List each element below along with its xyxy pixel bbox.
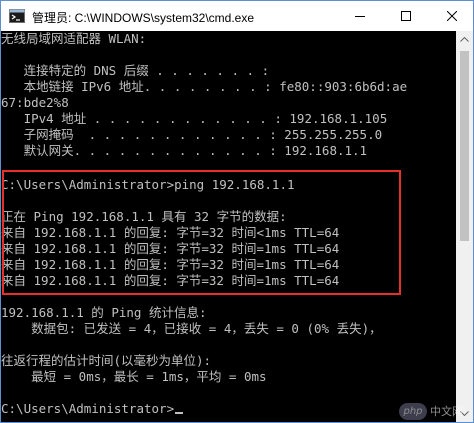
console-line: 默认网关. . . . . . . . . . . . . : 192.168.… xyxy=(1,143,368,158)
watermark-text: 中文网 xyxy=(430,405,463,418)
site-watermark: php 中文网 xyxy=(399,402,469,422)
console-line: 连接特定的 DNS 后缀 . . . . . . . : xyxy=(1,63,270,78)
minimize-icon xyxy=(355,16,365,17)
console-output[interactable]: 无线局域网适配器 WLAN: 连接特定的 DNS 后缀 . . . . . . … xyxy=(1,31,456,422)
console-line: 往返行程的估计时间(以毫秒为单位): xyxy=(1,353,212,368)
window-title: 管理员: C:\WINDOWS\system32\cmd.exe xyxy=(32,11,255,25)
console-line: 无线局域网适配器 WLAN: xyxy=(1,31,147,46)
prompt-text: C:\Users\Administrator> xyxy=(1,401,175,416)
console-line: 192.168.1.1 的 Ping 统计信息: xyxy=(1,305,207,320)
ping-highlight-box xyxy=(2,170,401,295)
maximize-icon xyxy=(401,11,411,21)
console-line: IPv4 地址 . . . . . . . . . . . . : 192.16… xyxy=(1,111,388,126)
console-line: 本地链接 IPv6 地址. . . . . . . . : fe80::903:… xyxy=(1,79,408,94)
console-line: 67:bde2%8 xyxy=(1,95,69,110)
maximize-button[interactable] xyxy=(383,1,429,31)
vertical-scrollbar[interactable] xyxy=(456,31,473,422)
close-icon xyxy=(447,11,457,21)
close-button[interactable] xyxy=(429,1,473,31)
cmd-app-icon xyxy=(9,9,25,23)
watermark-badge: php xyxy=(399,403,427,420)
console-line: 数据包: 已发送 = 4，已接收 = 4，丢失 = 0 (0% 丢失)， xyxy=(1,321,382,336)
text-cursor xyxy=(175,412,184,414)
minimize-button[interactable] xyxy=(337,1,383,31)
console-line: 最短 = 0ms，最长 = 1ms，平均 = 0ms xyxy=(1,369,267,384)
title-bar[interactable]: 管理员: C:\WINDOWS\system32\cmd.exe xyxy=(1,1,473,31)
scroll-up-button[interactable] xyxy=(456,31,473,48)
cmd-window: 管理员: C:\WINDOWS\system32\cmd.exe 无线局域网适配… xyxy=(0,0,474,423)
console-line: 子网掩码 . . . . . . . . . . . . : 255.255.2… xyxy=(1,127,383,142)
scrollbar-thumb[interactable] xyxy=(460,51,469,241)
prompt-line[interactable]: C:\Users\Administrator> xyxy=(1,401,184,417)
chevron-up-icon xyxy=(460,37,469,42)
